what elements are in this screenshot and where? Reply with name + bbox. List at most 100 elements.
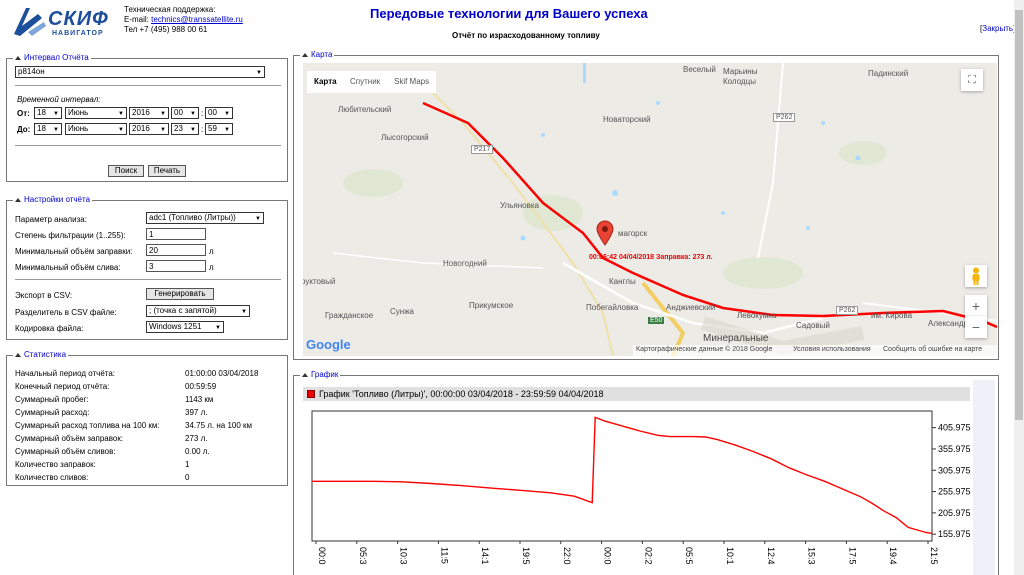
tab-map[interactable]: Карта (307, 71, 344, 93)
tab-skif-maps[interactable]: Skif Maps (387, 71, 437, 93)
x-tick-label: 00:0 (603, 547, 613, 565)
x-tick-label: 17:5 (847, 547, 857, 565)
map-marker-icon[interactable] (596, 220, 614, 246)
stat-value: 0.00 л. (185, 447, 210, 456)
stat-value: 397 л. (185, 408, 208, 417)
stats-panel: Статистика Начальный период отчёта: 01:00… (6, 350, 288, 486)
road-badge: Р262 (773, 113, 796, 122)
place-label: Новогодний (443, 259, 487, 268)
terms-link[interactable]: Условия использования (793, 346, 871, 353)
chart-series-label: График 'Топливо (Литры)', 00:00:00 03/04… (319, 389, 604, 399)
min-drain-input[interactable] (146, 260, 206, 272)
min-drain-unit: л (209, 263, 214, 272)
stat-label: Конечный период отчёта: (15, 382, 110, 391)
report-title: Отчёт по израсходованному топливу (452, 31, 600, 40)
min-drain-label: Минимальный объём слива: (15, 263, 121, 272)
y-tick-label: 205.975 (938, 508, 971, 518)
csv-export-label: Экспорт в CSV: (15, 291, 73, 300)
from-month-select[interactable]: Июнь ▼ (65, 107, 127, 119)
interval-panel: Интервал Отчёта р814он ▼ Временной интерв… (6, 53, 288, 182)
page-scrollbar-thumb[interactable] (1015, 10, 1023, 420)
search-button[interactable]: Поиск (108, 165, 144, 177)
pegman-icon[interactable] (965, 265, 987, 287)
email-label: E-mail: (124, 15, 149, 24)
place-label: Гражданское (325, 311, 374, 320)
report-error-link[interactable]: Сообщить об ошибке на карте (883, 346, 982, 353)
map-panel-toggle[interactable]: Карта (300, 50, 335, 59)
to-month-select[interactable]: Июнь ▼ (65, 123, 127, 135)
time-interval-label: Временной интервал: (17, 95, 101, 104)
map-attribution: Картографические данные © 2018 Google (636, 346, 773, 353)
stat-label: Суммарный объём сливов: (15, 447, 116, 456)
from-minute-select[interactable]: 00 ▼ (205, 107, 233, 119)
encoding-select[interactable]: Windows 1251 ▼ (146, 321, 224, 333)
settings-panel-toggle[interactable]: Настройки отчёта (13, 195, 93, 204)
param-select[interactable]: adc1 (Топливо (Литры)) ▼ (146, 212, 264, 224)
stats-panel-toggle[interactable]: Статистика (13, 350, 69, 359)
fullscreen-icon[interactable]: ⛶ (961, 69, 983, 91)
tab-satellite[interactable]: Спутник (343, 71, 388, 93)
from-hour-select[interactable]: 00 ▼ (171, 107, 199, 119)
stat-value: 1 (185, 460, 190, 469)
collapse-triangle-icon (302, 52, 308, 57)
x-tick-label: 14:1 (480, 547, 490, 565)
place-label: Канглы (609, 277, 636, 286)
y-tick-label: 305.975 (938, 465, 971, 475)
support-email-link[interactable]: technics@transsatellite.ru (151, 15, 243, 24)
min-refuel-input[interactable] (146, 244, 206, 256)
stat-value: 1143 км (185, 395, 214, 404)
x-tick-label: 11:5 (439, 547, 449, 564)
google-logo: Google (306, 337, 351, 352)
support-title: Техническая поддержка: (124, 5, 216, 14)
x-tick-label: 05:3 (358, 547, 368, 565)
place-label: им. Кирова (871, 311, 913, 320)
to-minute-select[interactable]: 59 ▼ (205, 123, 233, 135)
skif-logo-icon (14, 8, 46, 36)
stat-value: 34.75 л. на 100 км (185, 421, 253, 430)
zoom-in-button[interactable]: + (965, 295, 987, 317)
chart-panel-toggle[interactable]: График (300, 370, 341, 379)
chart-scrollbar-track[interactable] (973, 380, 995, 575)
stat-value: 0 (185, 473, 190, 482)
page-title: Передовые технологии для Вашего успеха (370, 6, 648, 21)
map-view[interactable]: Карта Спутник Skif Maps ⛶ Веселый Марьин… (303, 63, 997, 356)
to-hour-select[interactable]: 23 ▼ (171, 123, 199, 135)
to-day-select[interactable]: 18 ▼ (34, 123, 62, 135)
page-scrollbar[interactable] (1014, 0, 1024, 575)
divider (15, 85, 281, 86)
collapse-triangle-icon (15, 352, 21, 357)
chart-legend: График 'Топливо (Литры)', 00:00:00 03/04… (303, 387, 970, 401)
x-tick-label: 05:5 (684, 547, 694, 565)
close-link-label[interactable]: Закрыть (982, 24, 1013, 33)
csv-separator-select[interactable]: ; (точка с запятой) ▼ (146, 305, 250, 317)
from-day-select[interactable]: 18 ▼ (34, 107, 62, 119)
stat-value: 273 л. (185, 434, 208, 443)
place-label: Анджиевский (666, 303, 716, 312)
stat-label: Суммарный расход топлива на 100 км: (15, 421, 160, 430)
filter-input[interactable] (146, 228, 206, 240)
close-link[interactable]: [Закрыть] (980, 24, 1015, 33)
stat-label: Количество заправок: (15, 460, 96, 469)
support-info: Техническая поддержка: E-mail: technics@… (124, 5, 243, 35)
x-tick-label: 02:2 (643, 547, 653, 565)
y-tick-label: 405.975 (938, 423, 971, 433)
param-label: Параметр анализа: (15, 215, 87, 224)
place-label: Лысогорский (381, 133, 429, 142)
generate-csv-button[interactable]: Генерировать (146, 288, 214, 300)
filter-label: Степень фильтрации (1..255): (15, 231, 126, 240)
zoom-out-button[interactable]: − (965, 316, 987, 338)
from-year-select[interactable]: 2016 ▼ (129, 107, 169, 119)
x-tick-label: 21:5 (929, 547, 939, 565)
x-tick-label: 00:0 (317, 547, 327, 565)
interval-panel-toggle[interactable]: Интервал Отчёта (13, 53, 91, 62)
to-year-select[interactable]: 2016 ▼ (129, 123, 169, 135)
stat-value: 00:59:59 (185, 382, 217, 391)
print-button[interactable]: Печать (148, 165, 186, 177)
place-label: Прикумское (469, 301, 514, 310)
stat-label: Суммарный объём заправок: (15, 434, 124, 443)
vehicle-select[interactable]: р814он ▼ (15, 66, 265, 78)
divider (15, 145, 281, 146)
to-label: До: (17, 125, 31, 134)
place-label: руктовый (303, 277, 336, 286)
place-label: Падинский (868, 69, 909, 78)
